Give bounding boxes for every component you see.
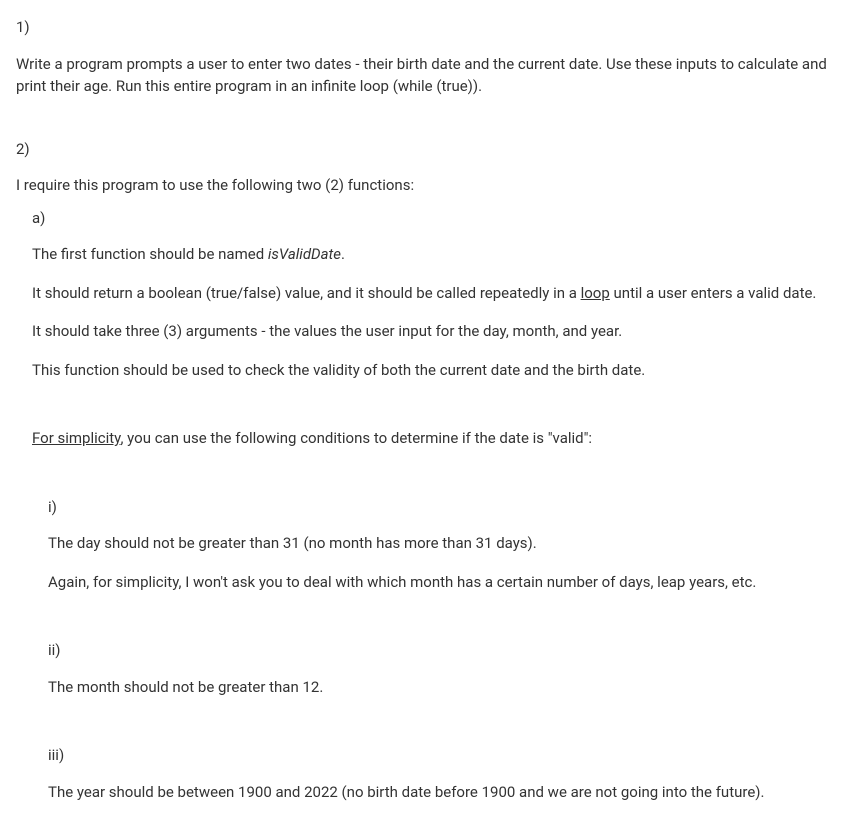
a-line3: It should take three (3) arguments - the… <box>32 320 849 343</box>
q1-number: 1) <box>16 16 849 39</box>
ii-line1: The month should not be greater than 12. <box>48 676 849 699</box>
i-line1: The day should not be greater than 31 (n… <box>48 532 849 555</box>
a-simplicity-underline: For simplicity <box>32 429 120 447</box>
a-line4: This function should be used to check th… <box>32 359 849 382</box>
subpart-a: a) The first function should be named is… <box>16 207 849 804</box>
a-line1-pre: The first function should be named <box>32 245 268 263</box>
a-line1: The first function should be named isVal… <box>32 243 849 266</box>
i-line2: Again, for simplicity, I won't ask you t… <box>48 571 849 594</box>
question-1: 1) Write a program prompts a user to ent… <box>16 16 849 98</box>
a-simplicity-post: , you can use the following conditions t… <box>120 429 592 447</box>
iii-number: iii) <box>48 744 849 767</box>
subpart-ii: ii) The month should not be greater than… <box>32 639 849 698</box>
q1-text: Write a program prompts a user to enter … <box>16 53 849 98</box>
ii-number: ii) <box>48 639 849 662</box>
a-simplicity: For simplicity, you can use the followin… <box>32 427 849 450</box>
a-line2-pre: It should return a boolean (true/false) … <box>32 284 581 302</box>
iii-line1: The year should be between 1900 and 2022… <box>48 781 849 804</box>
q2-number: 2) <box>16 138 849 161</box>
subpart-i: i) The day should not be greater than 31… <box>32 496 849 594</box>
a-line2-underline: loop <box>581 284 610 302</box>
i-number: i) <box>48 496 849 519</box>
a-number: a) <box>32 207 849 230</box>
a-line2: It should return a boolean (true/false) … <box>32 282 849 305</box>
subpart-iii: iii) The year should be between 1900 and… <box>32 744 849 803</box>
a-line1-italic: isValidDate <box>268 245 341 263</box>
q2-intro: I require this program to use the follow… <box>16 174 849 197</box>
a-line2-post: until a user enters a valid date. <box>610 284 817 302</box>
a-line1-post: . <box>341 245 345 263</box>
question-2: 2) I require this program to use the fol… <box>16 138 849 804</box>
